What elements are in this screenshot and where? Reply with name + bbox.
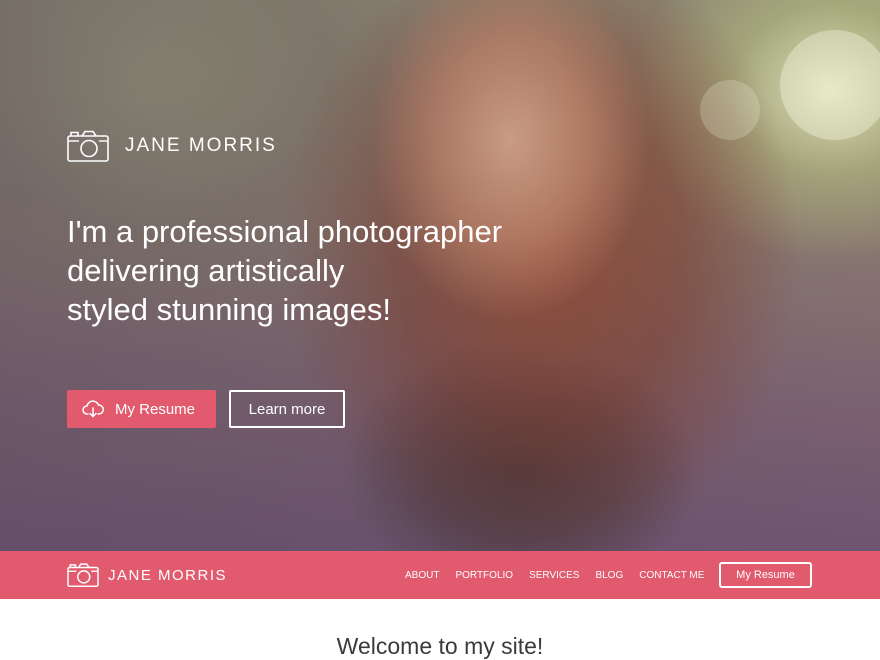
- welcome-title: Welcome to my site!: [336, 633, 544, 659]
- hero-actions: My Resume Learn more: [67, 390, 345, 428]
- nav-my-resume-button[interactable]: My Resume: [719, 562, 812, 588]
- nav-item-blog[interactable]: BLOG: [595, 570, 623, 581]
- camera-icon: [67, 563, 99, 587]
- nav-brand-name: JANE MORRIS: [108, 566, 228, 584]
- headline-line: delivering artistically: [67, 253, 345, 288]
- my-resume-label: My Resume: [115, 400, 196, 418]
- nav-item-portfolio[interactable]: PORTFOLIO: [455, 570, 513, 581]
- nav-brand[interactable]: JANE MORRIS: [67, 562, 227, 588]
- cloud-download-icon: [82, 400, 104, 418]
- headline-line: styled stunning images!: [67, 292, 391, 327]
- bokeh-light: [780, 30, 880, 140]
- headline-line: I'm a professional photographer: [67, 214, 503, 249]
- my-resume-button[interactable]: My Resume: [67, 390, 216, 428]
- hero-headline: I'm a professional photographer deliveri…: [67, 212, 627, 329]
- bokeh-light: [700, 80, 760, 140]
- nav-item-services[interactable]: SERVICES: [529, 570, 579, 581]
- nav-item-about[interactable]: ABOUT: [405, 570, 439, 581]
- nav-links: ABOUT PORTFOLIO SERVICES BLOG CONTACT ME: [405, 551, 720, 599]
- nav-item-contact-me[interactable]: CONTACT ME: [639, 570, 704, 581]
- navigation-bar: JANE MORRIS ABOUT PORTFOLIO SERVICES BLO…: [0, 551, 880, 599]
- camera-icon: [67, 130, 109, 162]
- hero-section: JANE MORRIS I'm a professional photograp…: [0, 0, 880, 551]
- learn-more-button[interactable]: Learn more: [229, 390, 345, 428]
- brand-name: JANE MORRIS: [125, 135, 277, 156]
- hero-brand: JANE MORRIS: [67, 130, 277, 162]
